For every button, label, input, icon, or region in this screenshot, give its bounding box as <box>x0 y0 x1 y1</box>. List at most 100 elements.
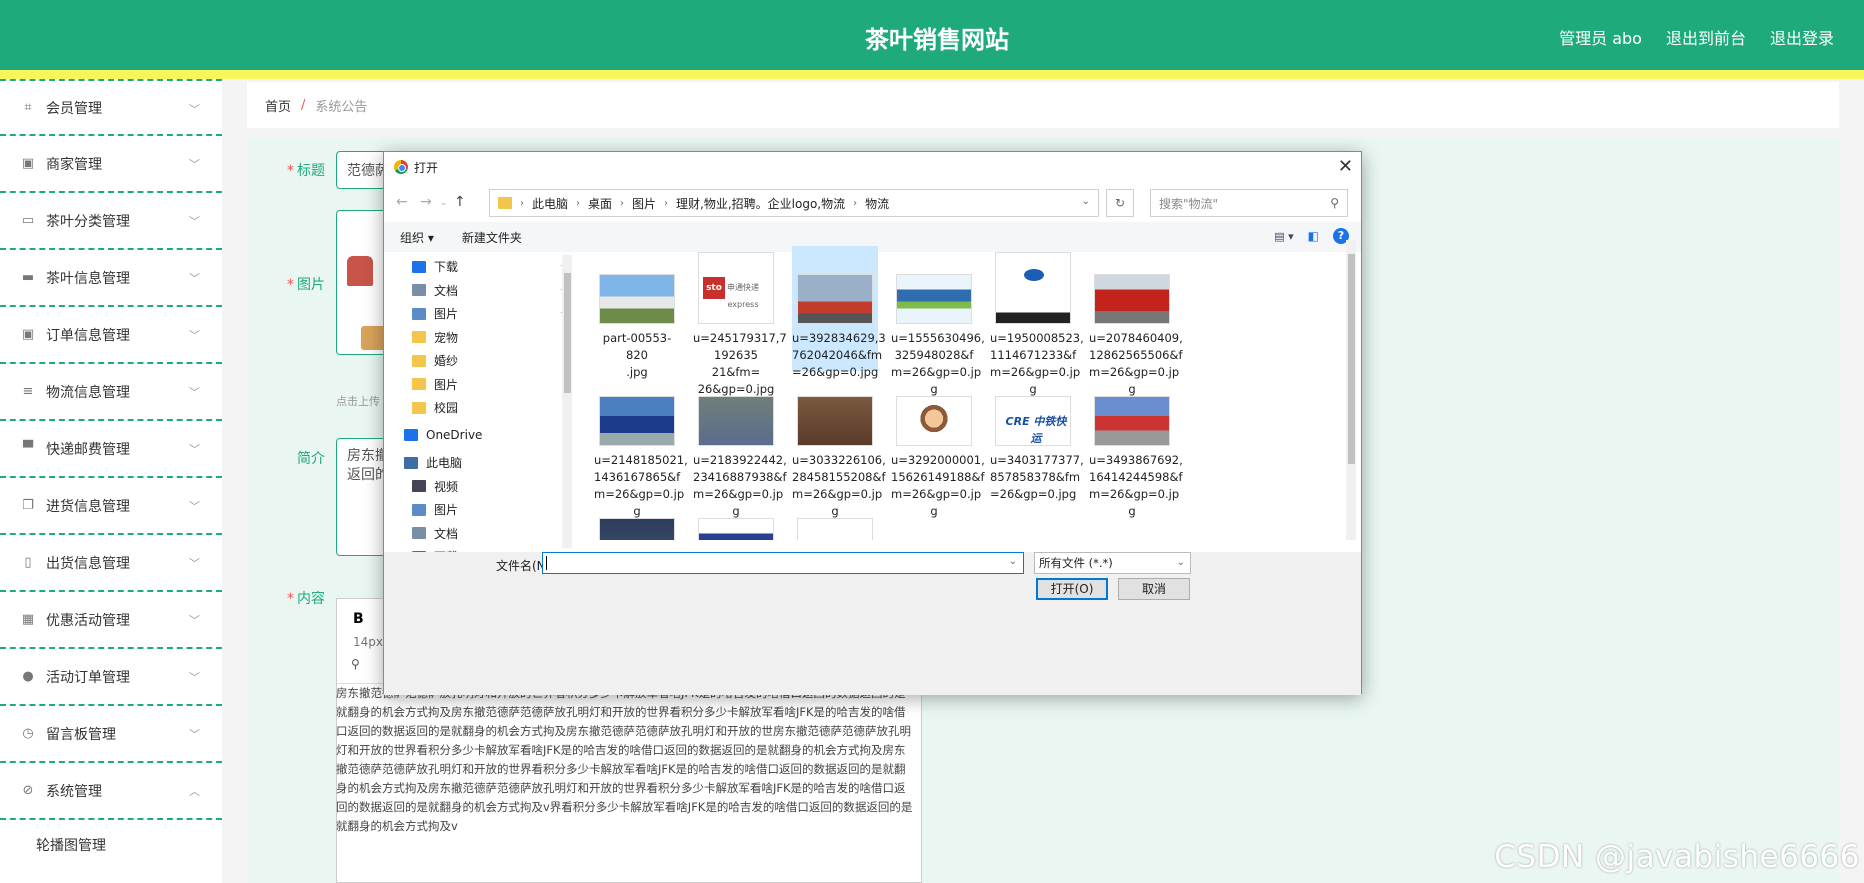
file-item[interactable]: CRE 中铁快运 u=3403177377, 857858378&fm =26&g… <box>990 368 1084 501</box>
sidebar-item-6[interactable]: ▀ 快递邮费管理 ﹀ <box>0 421 222 478</box>
font-size-select[interactable]: 14px <box>353 635 383 649</box>
nav-item-label: 文档 <box>434 283 459 298</box>
nav-item[interactable]: 婚纱 <box>384 349 574 373</box>
close-icon[interactable]: ✕ <box>1338 156 1353 177</box>
nav-item[interactable]: 宠物 <box>384 326 574 350</box>
file-thumbnail <box>797 274 873 324</box>
nav-item[interactable]: 文档 <box>384 522 574 546</box>
nav-item[interactable]: 此电脑 <box>384 451 574 475</box>
nav-item-label: 文档 <box>434 526 459 541</box>
nav-item[interactable]: OneDrive <box>384 424 574 448</box>
sidebar-item-4[interactable]: ▣ 订单信息管理 ﹀ <box>0 307 222 364</box>
filename-input[interactable]: ⌄ <box>542 552 1024 574</box>
nav-item[interactable]: 文档✦ <box>384 279 574 303</box>
video-icon <box>412 480 426 493</box>
file-thumbnail <box>599 518 675 540</box>
sidebar-item-8[interactable]: ▯ 出货信息管理 ﹀ <box>0 535 222 592</box>
path-segment[interactable]: 图片 <box>632 195 656 212</box>
address-bar[interactable]: › 此电脑 › 桌面 › 图片 › 理财,物业,招聘。企业logo,物流 › 物流 ⌄ <box>489 189 1099 217</box>
files-scroll-thumb[interactable] <box>1348 254 1355 464</box>
nav-item[interactable]: 图片 <box>384 498 574 522</box>
file-item[interactable]: u=392834629,3 762042046&fm =26&gp=0.jpg <box>792 246 886 379</box>
sidebar-item-9[interactable]: ▦ 优惠活动管理 ﹀ <box>0 592 222 649</box>
link-icon[interactable]: ⚲ <box>351 657 360 671</box>
dialog-title: 打开 <box>414 160 439 175</box>
sidebar-item-3[interactable]: ▬ 茶叶信息管理 ﹀ <box>0 250 222 307</box>
file-item[interactable]: u=3292000001, 15626149188&f m=26&gp=0.jp… <box>891 368 985 518</box>
path-separator-icon[interactable]: › <box>576 198 580 209</box>
sidebar-item-1[interactable]: ▣ 商家管理 ﹀ <box>0 136 222 193</box>
sidebar-item-label: 进货信息管理 <box>46 498 130 515</box>
nav-item[interactable]: 下载✦ <box>384 255 574 279</box>
preview-pane-icon[interactable]: ◧ <box>1308 229 1319 243</box>
file-item[interactable]: u=2183922442, 23416887938&f m=26&gp=0.jp… <box>693 368 787 518</box>
file-item[interactable] <box>693 490 779 540</box>
nav-item[interactable]: 图片✦ <box>384 302 574 326</box>
new-folder-button[interactable]: 新建文件夹 <box>462 229 522 246</box>
file-item[interactable]: u=3033226106, 28458155208&f m=26&gp=0.jp… <box>792 368 886 518</box>
nav-item-label: 图片 <box>434 377 459 392</box>
files-scrollbar[interactable] <box>1346 240 1356 540</box>
forward-arrow-icon[interactable]: → <box>420 194 432 210</box>
recent-chevron-icon[interactable]: ⌄ <box>440 198 448 208</box>
nav-item[interactable]: 校园 <box>384 396 574 420</box>
back-arrow-icon[interactable]: ← <box>396 194 408 210</box>
editor-content[interactable]: 房东撤范德萨范德萨放孔明灯和开放的世界看积分多少卡解放军看啥JFK是的哈吉发的啥… <box>336 684 916 854</box>
file-thumbnail <box>797 396 873 446</box>
file-item[interactable]: u=3493867692, 16414244598&f m=26&gp=0.jp… <box>1089 368 1183 518</box>
accent-line <box>0 70 1864 79</box>
file-item[interactable] <box>792 490 878 540</box>
nav-scroll-thumb[interactable] <box>564 273 571 393</box>
image-preview-thumb <box>347 256 373 286</box>
cancel-button[interactable]: 取消 <box>1118 578 1190 600</box>
sidebar-subitem-carousel[interactable]: 轮播图管理 <box>0 820 222 870</box>
path-separator-icon[interactable]: › <box>620 198 624 209</box>
nav-item-label: 视频 <box>434 479 459 494</box>
nav-item-label: OneDrive <box>426 428 483 443</box>
chevron-down-icon[interactable]: ⌄ <box>1009 556 1017 567</box>
file-item[interactable]: u=1555630496, 325948028&f m=26&gp=0.jp g <box>891 246 985 396</box>
file-item[interactable]: sto 申通快递 express u=245179317,7 192635​21&fm… <box>693 246 787 396</box>
path-separator-icon[interactable]: › <box>664 198 668 209</box>
file-name: u=3292000001, 15626149188&f m=26&gp=0.jp… <box>891 453 985 518</box>
path-separator-icon[interactable]: › <box>853 198 857 209</box>
file-item[interactable]: part-00553-820 .jpg <box>594 246 680 379</box>
path-segment[interactable]: 此电脑 <box>532 195 568 212</box>
file-type-filter[interactable]: 所有文件 (*.*) ⌄ <box>1034 552 1191 574</box>
nav-scrollbar[interactable] <box>562 255 572 548</box>
path-segment[interactable]: 桌面 <box>588 195 612 212</box>
sidebar-item-7[interactable]: ❐ 进货信息管理 ﹀ <box>0 478 222 535</box>
file-item[interactable]: u=1950008523, 1114671233&f m=26&gp=0.jp … <box>990 246 1084 396</box>
up-arrow-icon[interactable]: ↑ <box>454 194 466 210</box>
chrome-icon <box>394 160 408 174</box>
chevron-down-icon: ﹀ <box>189 500 200 513</box>
file-item[interactable] <box>594 490 680 540</box>
refresh-icon[interactable]: ↻ <box>1106 189 1134 217</box>
clock-icon: ◷ <box>22 726 34 741</box>
search-input[interactable]: 搜索"物流" ⚲ <box>1150 189 1348 217</box>
open-button[interactable]: 打开(O) <box>1036 578 1108 600</box>
upload-hint: 点击上传 <box>336 395 380 408</box>
sidebar-item-0[interactable]: ⌗ 会员管理 ﹀ <box>0 79 222 136</box>
sidebar-item-11[interactable]: ◷ 留言板管理 ﹀ <box>0 706 222 763</box>
nav-item[interactable]: 图片 <box>384 373 574 397</box>
logout-link[interactable]: 退出登录 <box>1770 25 1834 49</box>
nav-item[interactable]: 视频 <box>384 475 574 499</box>
sidebar-item-5[interactable]: ≡ 物流信息管理 ﹀ <box>0 364 222 421</box>
organize-menu[interactable]: 组织 ▾ <box>400 229 434 246</box>
view-menu-icon[interactable]: ▤ ▾ <box>1274 230 1293 243</box>
sidebar-item-2[interactable]: ▭ 茶叶分类管理 ﹀ <box>0 193 222 250</box>
path-segment[interactable]: 理财,物业,招聘。企业logo,物流 <box>676 195 845 212</box>
folder-icon <box>412 331 426 344</box>
bold-button[interactable]: B <box>353 611 364 627</box>
sidebar-item-10[interactable]: ● 活动订单管理 ﹀ <box>0 649 222 706</box>
sidebar-item-12[interactable]: ⊘ 系统管理 ︿ <box>0 763 222 820</box>
file-item[interactable]: u=2078460409, 12862565506&f m=26&gp=0.jp… <box>1089 246 1183 396</box>
admin-label[interactable]: 管理员 abo <box>1559 25 1642 49</box>
back-to-front-link[interactable]: 退出到前台 <box>1666 25 1746 49</box>
chevron-down-icon[interactable]: ⌄ <box>1082 196 1090 207</box>
breadcrumb-home[interactable]: 首页 <box>265 96 291 115</box>
file-item[interactable]: u=2148185021, 1436167865&f m=26&gp=0.jp … <box>594 368 688 518</box>
path-separator-icon[interactable]: › <box>520 198 524 209</box>
path-segment[interactable]: 物流 <box>865 195 889 212</box>
